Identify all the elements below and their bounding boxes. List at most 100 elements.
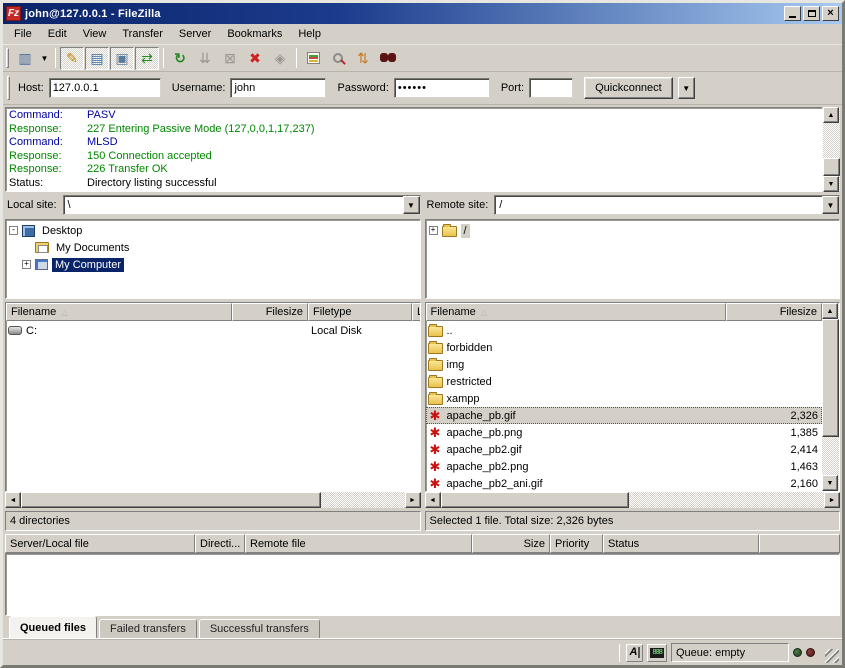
remote-status-bar: Selected 1 file. Total size: 2,326 bytes (425, 511, 841, 531)
quickconnect-grip[interactable] (7, 76, 10, 100)
message-log: Command:PASV Response:227 Entering Passi… (5, 107, 840, 192)
log-line: Command:PASV (9, 109, 822, 123)
column-header-filename[interactable]: Filename△ (426, 303, 727, 321)
host-input[interactable] (49, 78, 161, 98)
directory-comparison-button[interactable] (326, 47, 350, 70)
menu-file[interactable]: File (7, 26, 39, 42)
tab-failed-transfers[interactable]: Failed transfers (99, 619, 197, 638)
process-queue-button[interactable]: ⇊ (193, 47, 217, 70)
scroll-down-icon[interactable]: ▼ (822, 475, 838, 491)
menu-help[interactable]: Help (291, 26, 328, 42)
menu-server[interactable]: Server (172, 26, 218, 42)
local-file-list: Filename△ Filesize Filetype L C: Local D… (5, 302, 421, 492)
desktop-icon (22, 225, 35, 237)
resize-grip[interactable] (825, 649, 839, 663)
remote-scrollbar-thumb[interactable] (822, 319, 839, 437)
local-scrollbar-thumb[interactable] (21, 492, 321, 508)
table-row[interactable]: C: Local Disk (6, 322, 420, 339)
column-header-filesize[interactable]: Filesize (232, 303, 308, 321)
remote-site-dropdown-button[interactable]: ▼ (822, 196, 839, 214)
table-row[interactable]: img (426, 356, 823, 373)
collapse-icon[interactable]: - (9, 226, 18, 235)
remote-site-combobox[interactable]: / ▼ (494, 195, 840, 215)
table-row[interactable]: forbidden (426, 339, 823, 356)
column-header-status[interactable]: Status (603, 534, 759, 553)
table-row[interactable]: ✱apache_pb2.png1,463 (426, 458, 823, 475)
scroll-down-icon[interactable]: ▼ (823, 176, 839, 192)
local-site-dropdown-button[interactable]: ▼ (403, 196, 420, 214)
host-label: Host: (18, 82, 44, 94)
cancel-button[interactable]: ⊠ (218, 47, 242, 70)
scroll-up-icon[interactable]: ▲ (823, 107, 839, 123)
transfer-queue: Server/Local file Directi... Remote file… (5, 534, 840, 616)
tree-item-desktop[interactable]: - Desktop (9, 222, 420, 239)
log-scrollbar-thumb[interactable] (823, 158, 840, 176)
speed-limits-button[interactable]: 888 (647, 644, 667, 662)
toggle-log-button[interactable]: ✎ (60, 47, 84, 70)
column-header-priority[interactable]: Priority (550, 534, 603, 553)
table-row[interactable]: xampp (426, 390, 823, 407)
find-files-button[interactable] (376, 47, 400, 70)
remote-horizontal-scrollbar[interactable]: ◄ ► (425, 492, 841, 508)
scroll-up-icon[interactable]: ▲ (822, 303, 838, 319)
refresh-button[interactable]: ↻ (168, 47, 192, 70)
site-manager-button[interactable]: ▥ (13, 47, 37, 70)
scroll-left-icon[interactable]: ◄ (425, 492, 441, 508)
tree-item-label: / (461, 224, 470, 238)
password-input[interactable] (394, 78, 490, 98)
scroll-left-icon[interactable]: ◄ (5, 492, 21, 508)
tree-item-label: My Computer (52, 258, 124, 272)
toggle-queue-button[interactable]: ⇄ (135, 47, 159, 70)
remote-vertical-scrollbar[interactable]: ▲ ▼ (822, 303, 839, 491)
table-row[interactable]: ✱apache_pb.png1,385 (426, 424, 823, 441)
menu-view[interactable]: View (76, 26, 114, 42)
username-input[interactable] (230, 78, 326, 98)
log-vertical-scrollbar[interactable]: ▲ ▼ (823, 107, 840, 192)
minimize-button[interactable] (784, 6, 801, 21)
tree-item-root[interactable]: + / (429, 222, 840, 239)
scroll-right-icon[interactable]: ► (405, 492, 421, 508)
tab-successful-transfers[interactable]: Successful transfers (199, 619, 320, 638)
column-header-size[interactable]: Size (472, 534, 550, 553)
table-row[interactable]: ✱apache_pb2.gif2,414 (426, 441, 823, 458)
tab-queued-files[interactable]: Queued files (9, 616, 97, 638)
scroll-right-icon[interactable]: ► (824, 492, 840, 508)
tree-item-my-computer[interactable]: + My Computer (9, 256, 420, 273)
disconnect-button[interactable]: ✖ (243, 47, 267, 70)
column-header-filetype[interactable]: Filetype (308, 303, 412, 321)
port-input[interactable] (529, 78, 573, 98)
column-header-last-modified[interactable]: L (412, 303, 420, 321)
toggle-remote-tree-button[interactable]: ▣ (110, 47, 134, 70)
tree-item-my-documents[interactable]: My Documents (9, 239, 420, 256)
synchronized-browsing-button[interactable]: ⇅ (351, 47, 375, 70)
menu-bookmarks[interactable]: Bookmarks (220, 26, 289, 42)
toolbar-grip[interactable] (6, 48, 9, 68)
table-row[interactable]: .. (426, 322, 823, 339)
remote-scrollbar-thumb[interactable] (441, 492, 629, 508)
table-row[interactable]: ✱apache_pb2_ani.gif2,160 (426, 475, 823, 491)
column-header-server-local-file[interactable]: Server/Local file (5, 534, 195, 553)
expand-icon[interactable]: + (22, 260, 31, 269)
menu-bar: File Edit View Transfer Server Bookmarks… (3, 24, 842, 45)
menu-transfer[interactable]: Transfer (115, 26, 170, 42)
close-button[interactable]: × (822, 6, 839, 21)
toggle-local-tree-button[interactable]: ▤ (85, 47, 109, 70)
table-row[interactable]: restricted (426, 373, 823, 390)
filter-button[interactable] (301, 47, 325, 70)
table-row-selected[interactable]: ✱apache_pb.gif2,326 (426, 407, 823, 424)
local-site-combobox[interactable]: \ ▼ (63, 195, 421, 215)
quickconnect-button[interactable]: Quickconnect (584, 77, 673, 99)
column-header-direction[interactable]: Directi... (195, 534, 245, 553)
site-manager-dropdown-button[interactable]: ▼ (38, 47, 51, 70)
transfer-type-button[interactable]: A (626, 644, 643, 662)
maximize-button[interactable] (803, 6, 820, 21)
column-header-filename[interactable]: Filename△ (6, 303, 232, 321)
menu-edit[interactable]: Edit (41, 26, 74, 42)
local-horizontal-scrollbar[interactable]: ◄ ► (5, 492, 421, 508)
maximize-icon (808, 10, 816, 17)
column-header-remote-file[interactable]: Remote file (245, 534, 472, 553)
expand-icon[interactable]: + (429, 226, 438, 235)
reconnect-button[interactable]: ◈ (268, 47, 292, 70)
quickconnect-dropdown-button[interactable]: ▼ (678, 77, 695, 99)
column-header-filesize[interactable]: Filesize (726, 303, 822, 321)
